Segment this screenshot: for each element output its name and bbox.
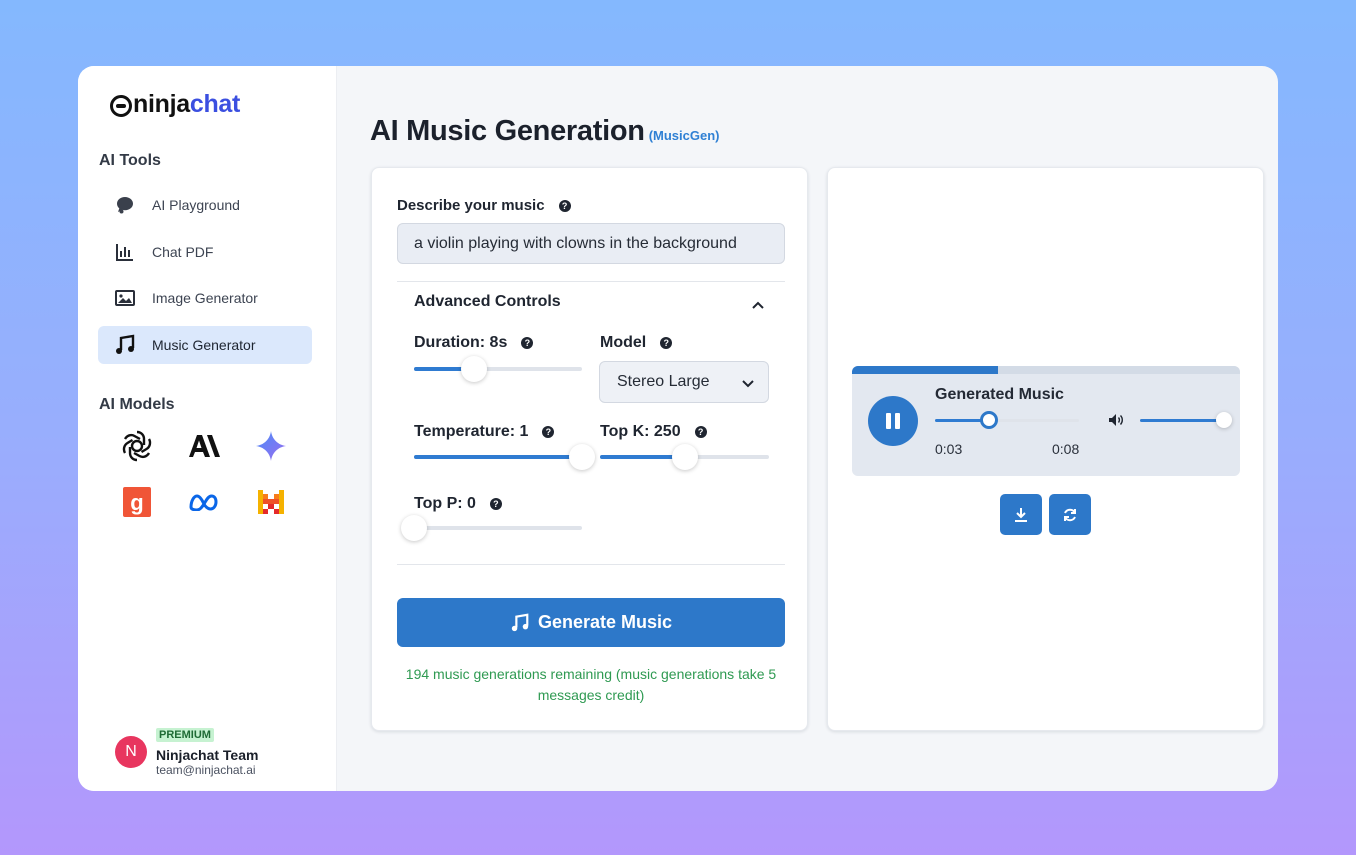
app-window: ninja chat AI Tools AI Playground Chat PD…: [78, 66, 1278, 791]
gemini-icon[interactable]: [237, 428, 304, 464]
prompt-label: Describe your music ?: [397, 197, 571, 214]
help-icon[interactable]: ?: [542, 426, 555, 438]
top-p-label-text: Top P: 0: [414, 495, 476, 512]
sidebar: ninja chat AI Tools AI Playground Chat PD…: [78, 66, 337, 791]
avatar: N: [115, 736, 147, 768]
advanced-controls-toggle[interactable]: Advanced Controls: [414, 293, 561, 311]
help-icon[interactable]: ?: [558, 199, 571, 212]
groq-icon[interactable]: g: [104, 484, 171, 520]
main-content: AI Music Generation (MusicGen) Describe y…: [337, 66, 1278, 791]
chevron-down-icon: [742, 375, 754, 393]
credits-remaining-text: 194 music generations remaining (music g…: [405, 666, 777, 703]
premium-badge: PREMIUM: [156, 728, 214, 742]
pause-icon: [886, 413, 900, 429]
top-p-slider[interactable]: [401, 515, 582, 541]
volume-icon[interactable]: [1108, 413, 1124, 432]
anthropic-icon[interactable]: [171, 428, 238, 464]
current-time: 0:03: [935, 441, 963, 457]
brand-name-part1: ninja: [133, 90, 190, 118]
bar-chart-icon: [114, 241, 136, 263]
volume-slider[interactable]: [1140, 412, 1232, 428]
temperature-label: Temperature: 1 ?: [414, 423, 555, 441]
page-subtitle: (MusicGen): [648, 128, 720, 143]
sidebar-item-image-generator[interactable]: Image Generator: [98, 279, 312, 317]
openai-icon[interactable]: [104, 428, 171, 464]
models-grid: g: [104, 428, 304, 520]
help-icon[interactable]: ?: [660, 337, 673, 349]
prompt-label-text: Describe your music: [397, 197, 545, 214]
top-k-label: Top K: 250 ?: [600, 423, 707, 441]
duration-label: Duration: 8s ?: [414, 334, 534, 352]
music-note-icon: [510, 613, 530, 633]
music-note-icon: [114, 334, 136, 356]
divider: [397, 281, 785, 282]
top-p-label: Top P: 0 ?: [414, 495, 502, 513]
duration-label-text: Duration: 8s: [414, 334, 508, 351]
svg-text:g: g: [131, 490, 144, 515]
model-label: Model ?: [600, 334, 673, 352]
sidebar-item-label: Chat PDF: [152, 243, 214, 260]
meta-icon[interactable]: [171, 484, 238, 520]
slider-fill: [414, 455, 582, 459]
temperature-slider[interactable]: [414, 444, 595, 470]
model-select-value: Stereo Large: [617, 373, 710, 390]
mistral-icon[interactable]: [237, 484, 304, 520]
slider-knob[interactable]: [980, 411, 998, 429]
slider-knob[interactable]: [671, 444, 698, 470]
playback-progress-fill: [852, 366, 998, 374]
slider-knob[interactable]: [569, 444, 595, 470]
user-name: Ninjachat Team: [156, 747, 259, 763]
temperature-label-text: Temperature: 1: [414, 423, 529, 440]
model-label-text: Model: [600, 334, 647, 351]
slider-knob[interactable]: [401, 515, 427, 541]
seek-slider[interactable]: [935, 411, 1079, 429]
download-icon: [1015, 507, 1027, 522]
generate-music-button[interactable]: Generate Music: [397, 598, 785, 647]
regenerate-button[interactable]: [1049, 494, 1091, 535]
brand-name-part2: chat: [189, 90, 241, 118]
slider-fill: [1140, 419, 1224, 422]
sidebar-item-label: Image Generator: [152, 290, 258, 306]
ninja-logo-icon: [110, 94, 132, 117]
generate-music-label: Generate Music: [537, 612, 673, 632]
music-form-card: Describe your music ? Advanced Controls …: [371, 167, 808, 731]
image-icon: [114, 287, 136, 309]
refresh-icon: [1064, 508, 1076, 521]
total-duration: 0:08: [1052, 441, 1080, 457]
divider: [397, 564, 785, 565]
music-prompt-input[interactable]: [397, 223, 785, 264]
sidebar-item-label: AI Playground: [152, 197, 240, 213]
slider-knob[interactable]: [461, 356, 488, 382]
download-button[interactable]: [1000, 494, 1042, 535]
chevron-up-icon[interactable]: [752, 296, 764, 314]
chat-bubble-icon: [114, 194, 136, 216]
track-title: Generated Music: [935, 386, 1064, 403]
duration-slider[interactable]: [414, 356, 582, 382]
sidebar-item-chat-pdf[interactable]: Chat PDF: [98, 233, 312, 271]
user-profile[interactable]: N PREMIUM Ninjachat Team team@ninjachat.…: [115, 725, 258, 777]
pause-button[interactable]: [868, 396, 918, 446]
top-k-label-text: Top K: 250: [600, 423, 681, 440]
page-title: AI Music Generation (MusicGen): [370, 115, 719, 148]
output-card: Generated Music 0:03 0:08: [827, 167, 1264, 731]
audio-player: Generated Music 0:03 0:08: [852, 366, 1240, 476]
help-icon[interactable]: ?: [489, 498, 502, 510]
brand-logo[interactable]: ninja chat: [110, 90, 240, 119]
help-icon[interactable]: ?: [694, 426, 707, 438]
ai-models-heading: AI Models: [99, 396, 175, 413]
user-info: PREMIUM Ninjachat Team team@ninjachat.ai: [156, 725, 258, 777]
advanced-controls-label: Advanced Controls: [414, 293, 561, 310]
user-email: team@ninjachat.ai: [156, 763, 256, 777]
page-title-text: AI Music Generation: [370, 115, 645, 147]
ai-tools-heading: AI Tools: [99, 152, 161, 169]
sidebar-item-ai-playground[interactable]: AI Playground: [98, 186, 312, 224]
model-select[interactable]: Stereo Large: [599, 361, 769, 403]
slider-knob[interactable]: [1216, 412, 1232, 428]
playback-progress-bar[interactable]: [852, 366, 1240, 374]
sidebar-item-label: Music Generator: [152, 336, 256, 353]
help-icon[interactable]: ?: [521, 337, 534, 349]
tools-nav: AI Playground Chat PDF Image Generator M…: [98, 186, 312, 372]
sidebar-item-music-generator[interactable]: Music Generator: [98, 325, 312, 364]
top-k-slider[interactable]: [600, 444, 769, 470]
